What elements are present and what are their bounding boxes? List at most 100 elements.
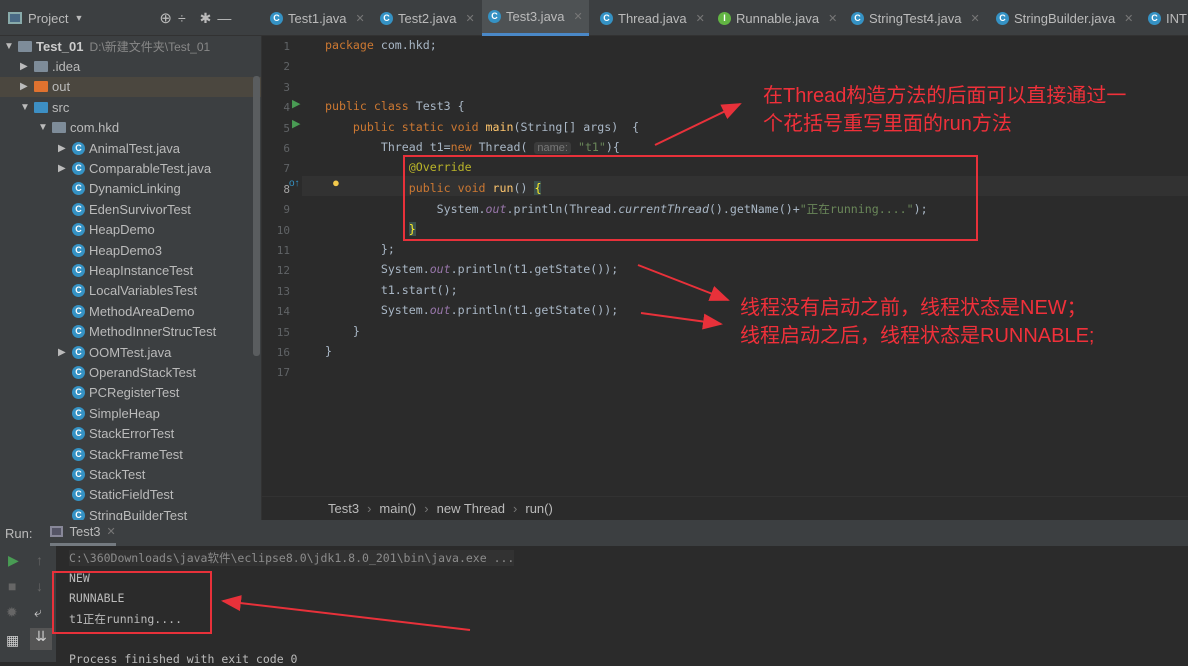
close-icon[interactable]: ✕ bbox=[356, 12, 365, 25]
code-token: t1.start(); bbox=[325, 282, 458, 297]
tab-stringtest4-java[interactable]: C StringTest4.java ✕ bbox=[845, 0, 986, 36]
tab-runnable-java[interactable]: I Runnable.java ✕ bbox=[712, 0, 843, 36]
annotation-text: 线程没有启动之前，线程状态是NEW； 线程启动之后，线程状态是RUNNABLE; bbox=[740, 297, 1095, 347]
class-icon: C bbox=[72, 406, 85, 420]
close-icon[interactable]: ✕ bbox=[466, 12, 475, 25]
expand-arrow-icon[interactable]: ▶ bbox=[58, 143, 72, 154]
expand-arrow-icon[interactable]: ▶ bbox=[58, 163, 72, 174]
close-icon[interactable]: ✕ bbox=[696, 12, 705, 25]
tree-item[interactable]: ▶ C AnimalTest.java bbox=[0, 138, 261, 158]
class-icon: C bbox=[72, 202, 85, 216]
tree-item[interactable]: ▼ src bbox=[0, 97, 261, 117]
tree-item[interactable]: C DynamicLinking bbox=[0, 179, 261, 199]
expand-arrow-icon[interactable]: ▶ bbox=[20, 61, 34, 72]
class-icon: C bbox=[72, 141, 85, 155]
locate-icon[interactable]: ⊕ bbox=[159, 9, 172, 27]
annotation-text: 在Thread构造方法的后面可以直接通过一 个花括号重写里面的run方法 bbox=[763, 85, 1127, 135]
line-number: 14 bbox=[276, 305, 290, 319]
run-tab-test3[interactable]: Test3 ✕ bbox=[50, 520, 116, 546]
tree-item[interactable]: C MethodAreaDemo bbox=[0, 301, 261, 321]
project-view-selector[interactable]: Project bbox=[28, 11, 68, 26]
tree-item[interactable]: C HeapDemo bbox=[0, 220, 261, 240]
chevron-down-icon[interactable]: ▼ bbox=[74, 13, 83, 23]
tree-item[interactable]: C LocalVariablesTest bbox=[0, 281, 261, 301]
code-token: Thread t1= bbox=[325, 140, 451, 154]
tree-item[interactable]: C OperandStackTest bbox=[0, 362, 261, 382]
collapse-all-icon[interactable]: ÷ bbox=[178, 10, 186, 26]
tab-test2-java[interactable]: C Test2.java ✕ bbox=[374, 0, 481, 36]
class-icon: C bbox=[600, 11, 613, 25]
stop-icon[interactable]: ■ bbox=[8, 578, 16, 594]
tree-item[interactable]: C StackFrameTest bbox=[0, 444, 261, 464]
scroll-to-end-icon[interactable]: ⇊ bbox=[30, 628, 52, 650]
tree-item-label: StaticFieldTest bbox=[89, 487, 174, 503]
tree-item[interactable]: C StringBuilderTest bbox=[0, 505, 261, 520]
line-number: 4 bbox=[283, 101, 290, 115]
run-label: Run: bbox=[5, 525, 33, 541]
tree-item[interactable]: ▼ com.hkd bbox=[0, 118, 261, 138]
code-token: public static void bbox=[325, 119, 486, 134]
code-line: public class Test3 { bbox=[325, 99, 465, 113]
highlight-box-run-method bbox=[403, 155, 978, 241]
tree-root[interactable]: ▼ Test_01 D:\新建文件夹\Test_01 bbox=[0, 36, 261, 56]
gear-icon[interactable]: ✱ bbox=[200, 10, 212, 27]
breadcrumb-item[interactable]: Test3 bbox=[328, 501, 359, 516]
tree-item-label: StackTest bbox=[89, 466, 146, 482]
tab-thread-java[interactable]: C Thread.java ✕ bbox=[594, 0, 711, 36]
tree-scrollbar[interactable] bbox=[253, 76, 260, 356]
lightbulb-icon[interactable]: ● bbox=[332, 175, 340, 190]
tab-test3-java[interactable]: C Test3.java ✕ bbox=[482, 0, 589, 36]
expand-arrow-icon[interactable]: ▶ bbox=[58, 347, 72, 358]
console-output[interactable]: C:\360Downloads\java软件\eclipse8.0\jdk1.8… bbox=[56, 546, 1188, 666]
root-name: Test_01 bbox=[36, 38, 84, 54]
up-icon[interactable]: ↑ bbox=[36, 552, 43, 568]
code-token: }; bbox=[325, 242, 395, 256]
tree-item[interactable]: C SimpleHeap bbox=[0, 403, 261, 423]
tab-int[interactable]: C INT bbox=[1142, 0, 1188, 36]
tree-item[interactable]: ▶ C OOMTest.java bbox=[0, 342, 261, 362]
tree-item[interactable]: C HeapInstanceTest bbox=[0, 260, 261, 280]
code-token: out bbox=[429, 303, 451, 318]
tree-item[interactable]: ▶ out bbox=[0, 76, 261, 97]
breadcrumb-item[interactable]: new Thread bbox=[437, 501, 505, 516]
close-icon[interactable]: ✕ bbox=[574, 10, 583, 23]
tree-item[interactable]: C StackErrorTest bbox=[0, 424, 261, 444]
run-main-icon[interactable]: ▶ bbox=[292, 117, 300, 130]
tree-item[interactable]: C StaticFieldTest bbox=[0, 485, 261, 505]
layout-icon[interactable]: ▦ bbox=[6, 632, 19, 649]
soft-wrap-icon[interactable]: ⤶ bbox=[34, 604, 42, 621]
breadcrumb-item[interactable]: run() bbox=[525, 501, 552, 516]
line-number: 10 bbox=[276, 223, 290, 237]
tab-test1-java[interactable]: C Test1.java ✕ bbox=[264, 0, 371, 36]
expand-arrow-icon[interactable]: ▼ bbox=[20, 102, 34, 113]
close-icon[interactable]: ✕ bbox=[828, 12, 837, 25]
down-icon[interactable]: ↓ bbox=[36, 578, 43, 594]
code-token: System. bbox=[325, 303, 430, 318]
close-icon[interactable]: ✕ bbox=[107, 525, 116, 538]
close-icon[interactable]: ✕ bbox=[1124, 12, 1133, 25]
rerun-icon[interactable]: ▶ bbox=[8, 552, 19, 569]
tree-item[interactable]: C MethodInnerStrucTest bbox=[0, 322, 261, 342]
tree-item-label: OOMTest.java bbox=[89, 344, 172, 360]
run-class-icon[interactable]: ▶ bbox=[292, 97, 300, 110]
debug-icon[interactable]: ✹ bbox=[6, 604, 18, 621]
code-line: }; bbox=[325, 242, 395, 256]
breadcrumb-item[interactable]: main() bbox=[379, 501, 416, 516]
expand-arrow-icon[interactable]: ▼ bbox=[38, 122, 52, 133]
class-icon: C bbox=[270, 11, 283, 25]
expand-arrow-icon[interactable]: ▶ bbox=[20, 81, 34, 92]
tree-item[interactable]: ▶ .idea bbox=[0, 56, 261, 76]
tree-item[interactable]: ▶ C ComparableTest.java bbox=[0, 158, 261, 178]
line-number: 6 bbox=[283, 142, 290, 155]
tab-label: Test2.java bbox=[398, 10, 457, 26]
tree-item[interactable]: C EdenSurvivorTest bbox=[0, 199, 261, 219]
expand-arrow-icon[interactable]: ▼ bbox=[4, 41, 18, 52]
override-marker-icon[interactable]: o↑ bbox=[289, 178, 300, 189]
close-icon[interactable]: ✕ bbox=[971, 12, 980, 25]
hide-panel-icon[interactable]: — bbox=[217, 10, 231, 26]
tree-item[interactable]: C HeapDemo3 bbox=[0, 240, 261, 260]
tab-stringbuilder-java[interactable]: C StringBuilder.java ✕ bbox=[990, 0, 1139, 36]
tree-item[interactable]: C StackTest bbox=[0, 464, 261, 484]
tree-item[interactable]: C PCRegisterTest bbox=[0, 383, 261, 403]
